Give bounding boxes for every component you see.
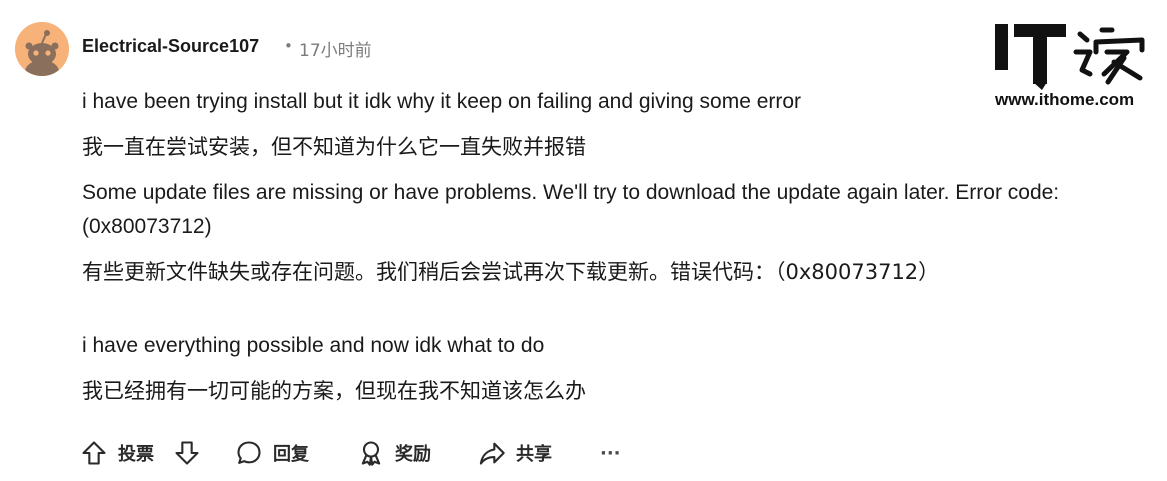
comment-text-line: (0x80073712) [82, 215, 212, 238]
snoo-avatar-icon [15, 22, 69, 76]
award-button[interactable]: 奖励 [357, 434, 431, 472]
award-label: 奖励 [395, 444, 431, 465]
award-icon [361, 441, 381, 466]
comment-text-line: 我已经拥有一切可能的方案，但现在我不知道该怎么办 [82, 379, 586, 403]
comment-text-line: i have been trying install but it idk wh… [82, 90, 802, 113]
more-options-button[interactable]: ··· [600, 434, 621, 472]
downvote-button[interactable] [173, 434, 201, 472]
reply-button[interactable]: 回复 [235, 434, 309, 472]
comment-page: Electrical-Source107 • 17小时前 i have been… [0, 0, 1167, 481]
comment-text-line: i have everything possible and now idk w… [82, 334, 545, 357]
comment-text-line: 有些更新文件缺失或存在问题。我们稍后会尝试再次下载更新。错误代码：（0x8007… [82, 260, 940, 284]
meta-separator: • [284, 37, 293, 55]
comment-text-line: 我一直在尝试安装，但不知道为什么它一直失败并报错 [82, 135, 586, 159]
reply-label: 回复 [273, 444, 309, 465]
author-name[interactable]: Electrical-Source107 [82, 36, 259, 57]
comment-text-line: Some update files are missing or have pr… [82, 181, 1060, 204]
upvote-button[interactable]: 投票 [80, 434, 154, 472]
share-arrow-icon [479, 442, 505, 465]
vote-label: 投票 [118, 444, 154, 465]
arrow-up-icon [82, 441, 106, 465]
comment-timestamp[interactable]: 17小时前 [299, 36, 372, 61]
share-label: 共享 [516, 444, 552, 465]
avatar[interactable] [15, 22, 69, 76]
share-button[interactable]: 共享 [478, 434, 552, 472]
arrow-down-icon [175, 441, 199, 465]
watermark-url: www.ithome.com [995, 90, 1135, 109]
comment-bubble-icon [237, 441, 261, 464]
